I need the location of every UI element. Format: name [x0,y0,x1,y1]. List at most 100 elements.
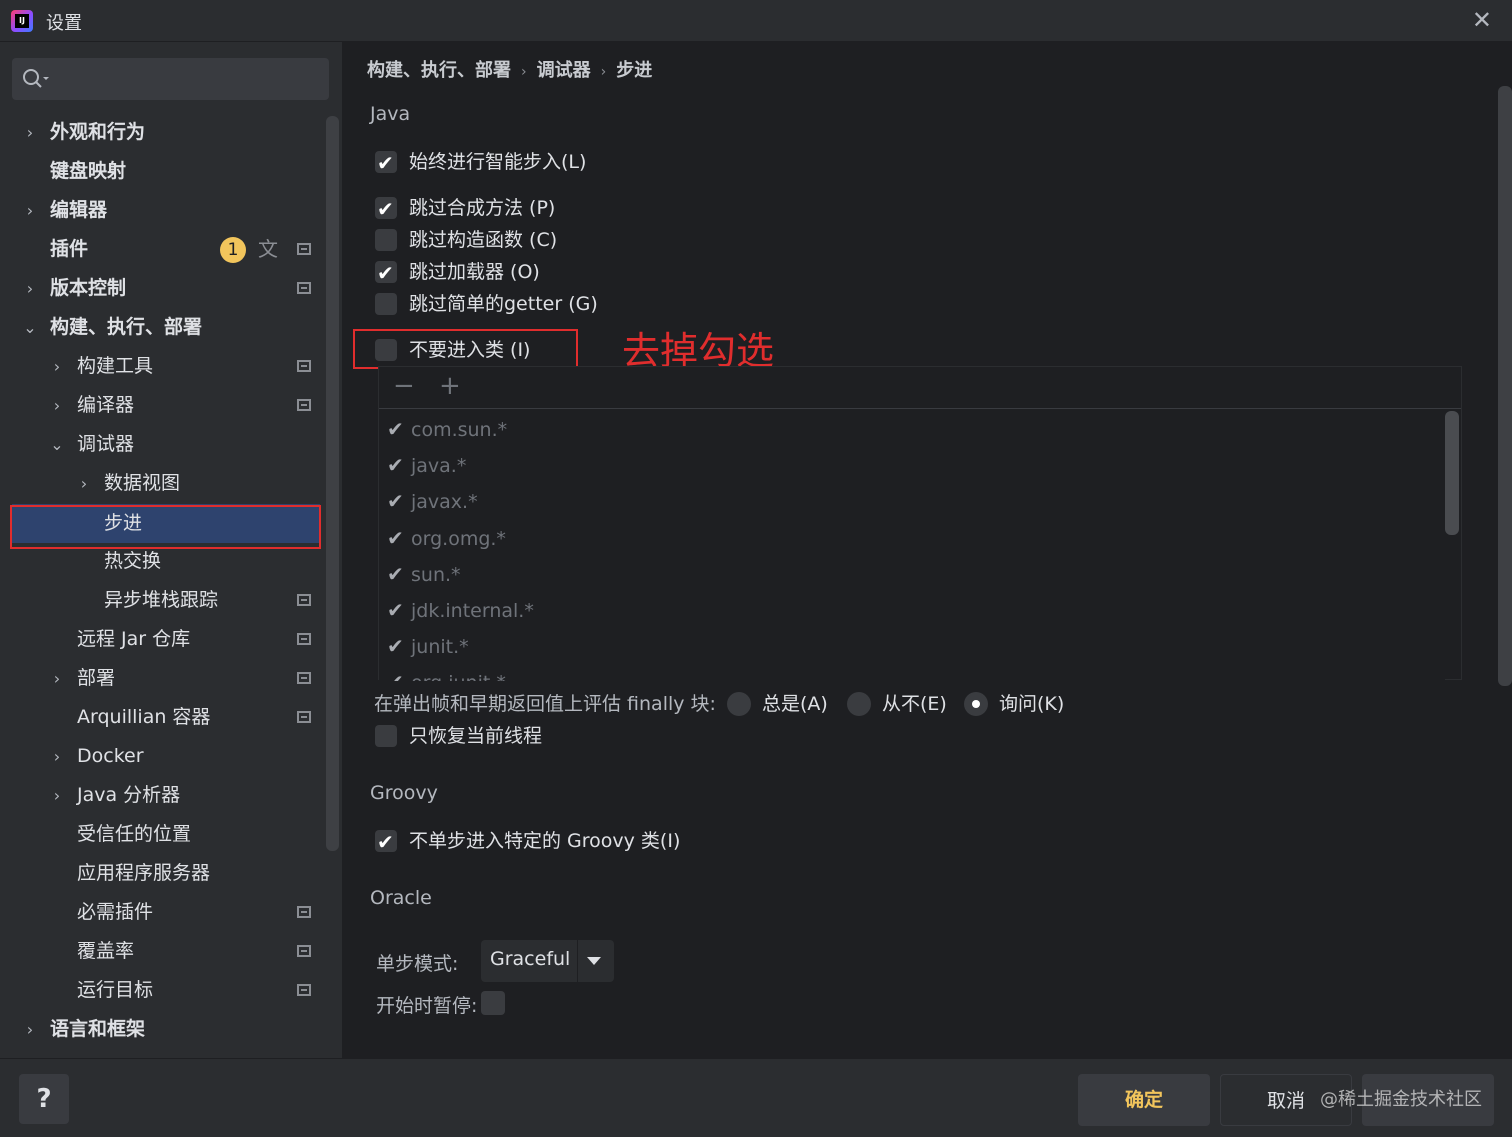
sidebar-item-languages-frameworks[interactable]: › 语言和框架 [0,1010,326,1049]
sidebar-item-label: 编译器 [77,394,135,416]
checkbox-label: 跳过合成方法 (P) [409,197,556,219]
radio-ask-selected[interactable] [964,692,988,716]
breadcrumb-item[interactable]: 构建、执行、部署 [367,60,511,81]
evaluate-finally-option: 在弹出帧和早期返回值上评估 finally 块: [374,688,716,720]
check-icon[interactable]: ✔ [387,556,411,592]
sidebar-item-coverage[interactable]: 覆盖率 [0,932,326,971]
check-icon[interactable]: ✔ [387,411,411,447]
checkbox-unchecked[interactable] [375,293,397,315]
class-filters-panel: − + ✔ com.sun.* ✔ java.* ✔ javax.* ✔ org.omg… [378,366,1462,681]
evaluate-finally-label: 在弹出帧和早期返回值上评估 finally 块: [374,693,716,715]
breadcrumb-item-current: 步进 [616,60,653,81]
sidebar-item-label: 插件 [50,238,89,260]
chevron-right-icon: › [53,396,61,415]
filter-pattern: junit.* [411,636,469,658]
dialog-footer: ? 确定 取消 @稀土掘金技术社区 [0,1058,1512,1137]
content-scrollbar[interactable] [1498,86,1512,686]
step-mode-dropdown[interactable]: Graceful [481,940,614,982]
sidebar-item-arquillian[interactable]: Arquillian 容器 [0,698,326,737]
breadcrumb-item[interactable]: 调试器 [537,60,591,81]
section-oracle: Oracle [370,887,432,909]
chevron-right-icon: › [26,1020,34,1039]
sidebar-item-async-stack-traces[interactable]: 异步堆栈跟踪 [0,581,326,620]
sidebar-item-trusted-locations[interactable]: 受信任的位置 [0,815,326,854]
sidebar-item-label: 构建工具 [77,355,154,377]
sidebar-item-plugins[interactable]: 插件 1 文 [0,230,326,269]
checkbox-checked[interactable] [375,258,397,288]
sidebar-item-label: 热交换 [104,550,162,572]
sidebar-item-data-views[interactable]: › 数据视图 [0,464,326,503]
sidebar-item-label: 远程 Jar 仓库 [77,628,191,650]
sidebar-item-label: 异步堆栈跟踪 [104,589,219,611]
filter-pattern: sun.* [411,564,461,586]
sidebar-item-docker[interactable]: › Docker [0,737,326,776]
remove-filter-button[interactable]: − [393,371,415,401]
list-item[interactable]: ✔ sun.* [387,556,461,592]
ok-button[interactable]: 确定 [1078,1074,1210,1126]
radio-always[interactable] [727,692,751,716]
check-icon[interactable]: ✔ [387,483,411,519]
sidebar-item-application-servers[interactable]: 应用程序服务器 [0,854,326,893]
chevron-right-icon: › [53,357,61,376]
check-icon[interactable]: ✔ [387,520,411,556]
sidebar-item-required-plugins[interactable]: 必需插件 [0,893,326,932]
add-filter-button[interactable]: + [439,371,461,401]
checkbox-checked[interactable] [375,827,397,857]
help-button[interactable]: ? [19,1074,69,1124]
checkbox-label: 跳过构造函数 (C) [409,229,558,251]
project-level-icon [297,906,311,918]
filter-list-scrollbar[interactable] [1445,411,1459,535]
list-item[interactable]: ✔ junit.* [387,628,469,664]
radio-never-label[interactable]: 从不(E) [882,688,947,720]
sidebar-item-appearance[interactable]: › 外观和行为 [0,113,326,152]
checkbox-unchecked[interactable] [375,725,397,747]
list-item[interactable]: ✔org.junit.* [387,664,506,681]
list-item[interactable]: ✔ javax.* [387,483,478,519]
close-icon[interactable]: ✕ [1472,6,1492,34]
radio-always-label[interactable]: 总是(A) [762,688,828,720]
sidebar-item-vcs[interactable]: › 版本控制 [0,269,326,308]
sidebar-item-deployment[interactable]: › 部署 [0,659,326,698]
filter-pattern: java.* [411,455,467,477]
sidebar-item-run-targets[interactable]: 运行目标 [0,971,326,1010]
sidebar-item-java-profiler[interactable]: › Java 分析器 [0,776,326,815]
radio-never[interactable] [847,692,871,716]
sidebar-item-debugger[interactable]: ⌄ 调试器 [0,425,326,464]
sidebar-item-label: Docker [77,745,144,767]
breadcrumb: 构建、执行、部署 › 调试器 › 步进 [367,56,652,82]
checkbox-checked[interactable] [375,148,397,178]
list-item[interactable]: ✔ org.omg.* [387,520,506,556]
title-bar: IJ 设置 ✕ [0,0,1512,42]
list-item[interactable]: ✔ java.* [387,447,466,483]
window-title: 设置 [46,13,82,34]
checkbox-checked[interactable] [375,194,397,224]
sidebar-item-build-tools[interactable]: › 构建工具 [0,347,326,386]
list-item[interactable]: ✔ jdk.internal.* [387,592,534,628]
sidebar-item-editor[interactable]: › 编辑器 [0,191,326,230]
sidebar-item-compiler[interactable]: › 编译器 [0,386,326,425]
sidebar-item-label: 键盘映射 [50,160,127,182]
search-icon [23,69,49,88]
sidebar-scrollbar[interactable] [326,116,339,851]
sidebar-item-hotswap[interactable]: 热交换 [0,542,326,581]
search-input[interactable] [12,58,329,100]
checkbox-label: 只恢复当前线程 [409,725,543,747]
check-icon[interactable]: ✔ [387,447,411,483]
sidebar-item-remote-jar-repos[interactable]: 远程 Jar 仓库 [0,620,326,659]
list-item[interactable]: ✔ com.sun.* [387,411,507,447]
radio-ask-label[interactable]: 询问(K) [999,688,1064,720]
check-icon[interactable]: ✔ [387,592,411,628]
breadcrumb-separator: › [521,64,527,80]
checkbox-unchecked[interactable] [375,229,397,251]
chevron-down-icon: ⌄ [23,318,37,337]
sidebar-item-keymap[interactable]: 键盘映射 [0,152,326,191]
check-icon[interactable]: ✔ [387,628,411,664]
step-mode-label: 单步模式: [376,953,459,975]
project-level-icon [297,399,311,411]
chevron-right-icon: › [26,201,34,220]
check-icon[interactable]: ✔ [387,664,411,681]
sidebar-item-build-execution-deployment[interactable]: ⌄ 构建、执行、部署 [0,308,326,347]
checkbox-label: 始终进行智能步入(L) [409,151,587,173]
pause-at-start-checkbox[interactable] [481,991,505,1015]
sidebar-item-label: 运行目标 [77,979,154,1001]
